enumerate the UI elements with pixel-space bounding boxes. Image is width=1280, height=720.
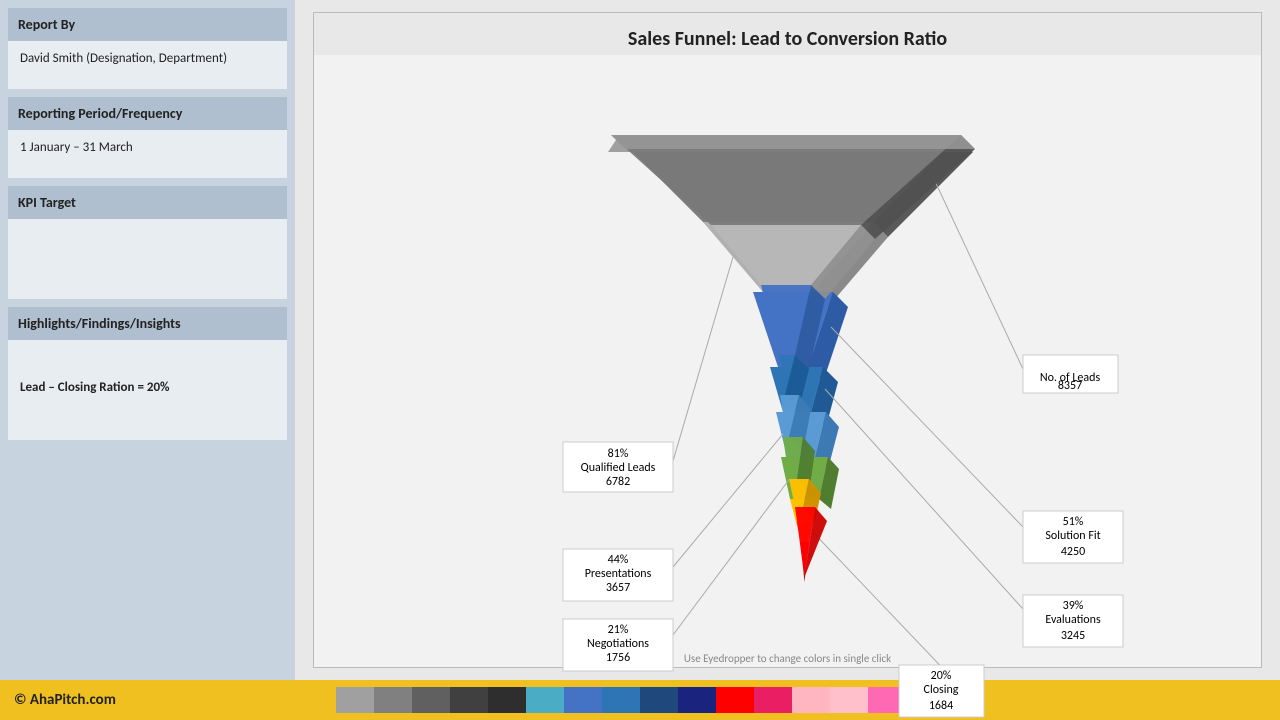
- color-swatch[interactable]: [336, 687, 374, 713]
- color-swatch[interactable]: [412, 687, 450, 713]
- color-swatch[interactable]: [564, 687, 602, 713]
- main-funnel-top-face: [611, 135, 975, 149]
- qual-pct: 81%: [607, 447, 628, 461]
- insights-text: Lead – Closing Ration = 20%: [20, 380, 170, 395]
- nego-value: 1756: [605, 651, 629, 665]
- eval-label: Evaluations: [1045, 613, 1101, 627]
- main-area: Report By David Smith (Designation, Depa…: [0, 0, 1280, 680]
- period-value: 1 January – 31 March: [8, 130, 287, 178]
- leads-value: 8357: [1057, 379, 1081, 393]
- pres-pct: 44%: [607, 553, 628, 567]
- close-value: 1684: [928, 699, 952, 713]
- close-label: Closing: [923, 683, 958, 697]
- kpi-label: KPI Target: [8, 186, 287, 219]
- bottom-bar: © AhaPitch.com: [0, 680, 1280, 720]
- color-swatch[interactable]: [450, 687, 488, 713]
- color-swatch[interactable]: [754, 687, 792, 713]
- nego-label: Negotiations: [587, 637, 649, 651]
- sol-pct: 51%: [1062, 515, 1083, 529]
- line-leads: [933, 177, 1023, 369]
- chart-area: Sales Funnel: Lead to Conversion Ratio: [295, 0, 1280, 680]
- pres-value: 3657: [605, 581, 629, 595]
- color-swatch[interactable]: [488, 687, 526, 713]
- kpi-section: KPI Target: [8, 186, 287, 299]
- report-by-label: Report By: [8, 8, 287, 41]
- period-section: Reporting Period/Frequency 1 January – 3…: [8, 97, 287, 178]
- funnel-svg: No. of Leads 8357 81% Qualified Leads 67…: [363, 107, 1213, 597]
- nego-pct: 21%: [607, 623, 628, 637]
- color-swatch[interactable]: [526, 687, 564, 713]
- chart-inner: No. of Leads 8357 81% Qualified Leads 67…: [314, 55, 1261, 648]
- report-by-value: David Smith (Designation, Department): [8, 41, 287, 89]
- sidebar: Report By David Smith (Designation, Depa…: [0, 0, 295, 680]
- insights-section: Highlights/Findings/Insights Lead – Clos…: [8, 307, 287, 440]
- eval-pct: 39%: [1062, 599, 1083, 613]
- color-swatch[interactable]: [374, 687, 412, 713]
- color-swatch[interactable]: [716, 687, 754, 713]
- line-pres: [673, 434, 783, 567]
- copyright: © AhaPitch.com: [14, 691, 116, 709]
- period-label: Reporting Period/Frequency: [8, 97, 287, 130]
- qual-value: 6782: [605, 475, 629, 489]
- insights-label: Highlights/Findings/Insights: [8, 307, 287, 340]
- close-pct: 20%: [930, 669, 951, 683]
- line-nego: [673, 477, 791, 635]
- eval-value: 3245: [1060, 629, 1084, 643]
- pres-label: Presentations: [584, 567, 651, 581]
- line-qualified: [673, 257, 733, 461]
- color-swatch[interactable]: [792, 687, 830, 713]
- color-swatch[interactable]: [678, 687, 716, 713]
- eyedropper-hint: Use Eyedropper to change colors in singl…: [684, 648, 891, 667]
- color-swatch[interactable]: [640, 687, 678, 713]
- sol-value: 4250: [1060, 545, 1084, 559]
- insights-value: Lead – Closing Ration = 20%: [8, 340, 287, 440]
- sol-label: Solution Fit: [1045, 529, 1100, 543]
- report-by-section: Report By David Smith (Designation, Depa…: [8, 8, 287, 89]
- qual-label: Qualified Leads: [580, 461, 655, 475]
- color-swatch[interactable]: [830, 687, 868, 713]
- color-swatches: [116, 687, 1266, 713]
- color-swatch[interactable]: [602, 687, 640, 713]
- chart-container: Sales Funnel: Lead to Conversion Ratio: [313, 12, 1262, 668]
- kpi-value: [8, 219, 287, 299]
- chart-title: Sales Funnel: Lead to Conversion Ratio: [314, 13, 1261, 55]
